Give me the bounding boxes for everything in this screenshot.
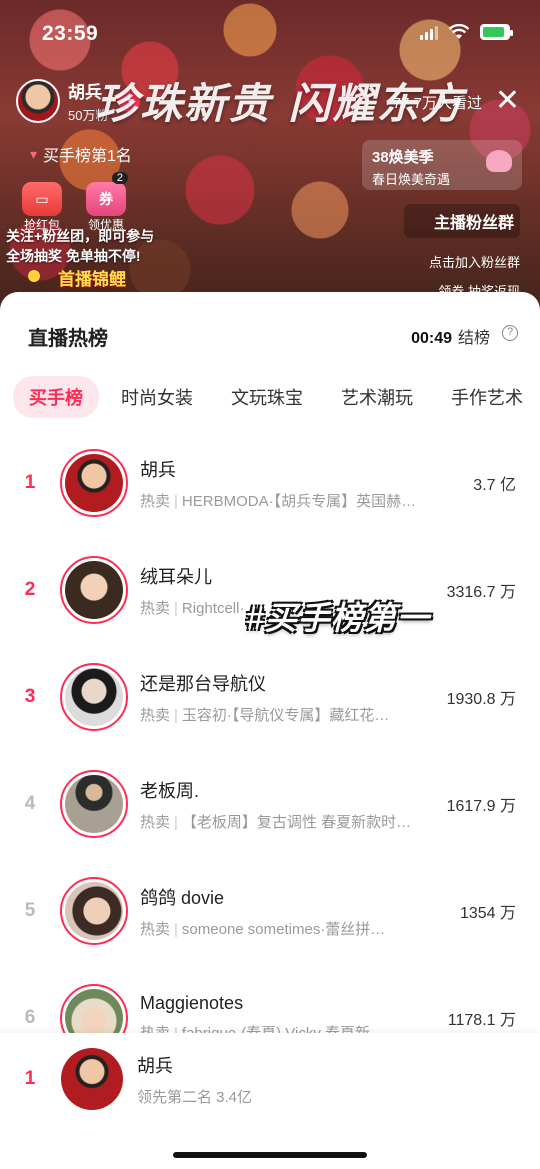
hot-item: 热卖 | someone sometimes·蕾丝拼… bbox=[140, 920, 386, 938]
rank-badge-label: 买手榜第1名 bbox=[43, 148, 132, 165]
wifi-icon bbox=[448, 24, 470, 39]
viewer-count: 77.7万人看过 bbox=[392, 95, 482, 112]
promo-subtitle: 春日焕美奇遇 bbox=[372, 172, 451, 187]
tab-fashion-women[interactable]: 时尚女装 bbox=[105, 376, 209, 418]
coin-icon bbox=[28, 270, 40, 282]
rank-number: 2 bbox=[24, 579, 36, 600]
cart-icon: ▾ bbox=[30, 145, 38, 162]
self-avatar[interactable] bbox=[61, 1048, 123, 1110]
avatar[interactable] bbox=[60, 770, 128, 838]
sales-value: 3.7 亿 bbox=[473, 477, 516, 494]
avatar[interactable] bbox=[60, 449, 128, 517]
rank-number: 5 bbox=[24, 900, 36, 921]
hot-item: 热卖 | 【老板周】复古调性 春夏新款时… bbox=[140, 813, 412, 831]
anchor-name: 绒耳朵儿 bbox=[140, 566, 212, 587]
countdown-timer: 00:49 结榜 bbox=[411, 324, 490, 348]
sheet-header: 直播热榜 00:49 结榜 ? bbox=[0, 292, 540, 376]
timer-value: 00:49 bbox=[411, 330, 452, 347]
list-item[interactable]: 5 鸽鸽 dovie 热卖 | someone sometimes·蕾丝拼… 135… bbox=[0, 858, 540, 964]
tab-buyer[interactable]: 买手榜 bbox=[13, 376, 99, 418]
list-item[interactable]: 1 胡兵 热卖 | HERBMODA·【胡兵专属】英国赫… 3.7 亿 bbox=[0, 430, 540, 536]
anchor-name: Maggienotes bbox=[140, 993, 244, 1013]
sales-value: 1617.9 万 bbox=[446, 798, 516, 815]
coupon-count-badge: 2 bbox=[111, 172, 128, 184]
rank-number: 3 bbox=[24, 686, 36, 707]
home-indicator[interactable] bbox=[173, 1152, 367, 1158]
status-bar: 23:59 bbox=[0, 0, 540, 64]
rank-badge[interactable]: ▾ 买手榜第1名 bbox=[30, 142, 132, 166]
status-icons bbox=[420, 24, 513, 40]
anchor-name: 胡兵 bbox=[140, 459, 176, 480]
overlay-caption: #买手榜第一 bbox=[246, 600, 430, 636]
coupon-icon: 券 bbox=[86, 182, 126, 216]
sales-value: 3316.7 万 bbox=[446, 584, 516, 601]
rank-number: 1 bbox=[24, 472, 36, 493]
avatar[interactable] bbox=[60, 556, 128, 624]
current-anchor-bar[interactable]: 1 胡兵 领先第二名 3.4亿 bbox=[0, 1033, 540, 1169]
list-item[interactable]: 3 还是那台导航仪 热卖 | 玉容初·【导航仪专属】藏红花… 1930.8 万 bbox=[0, 644, 540, 750]
category-tabs: 买手榜 时尚女装 文玩珠宝 艺术潮玩 手作艺术 bbox=[0, 374, 540, 420]
self-name: 胡兵 bbox=[137, 1055, 173, 1076]
anchor-name: 还是那台导航仪 bbox=[140, 673, 266, 694]
cellular-signal-icon bbox=[420, 24, 438, 40]
avatar[interactable] bbox=[60, 877, 128, 945]
timer-label: 结榜 bbox=[457, 330, 490, 347]
tab-art-toys[interactable]: 艺术潮玩 bbox=[325, 376, 429, 418]
rank-number: 6 bbox=[24, 1007, 36, 1028]
help-icon[interactable]: ? bbox=[502, 325, 518, 341]
status-time: 23:59 bbox=[42, 22, 99, 45]
battery-icon bbox=[480, 24, 513, 40]
self-rank-number: 1 bbox=[24, 1068, 36, 1089]
hot-item: 热卖 | HERBMODA·【胡兵专属】英国赫… bbox=[140, 492, 417, 510]
hot-item: 热卖 | 玉容初·【导航仪专属】藏红花… bbox=[140, 706, 390, 724]
fans-group-join[interactable]: 点击加入粉丝群 bbox=[404, 252, 520, 271]
list-item[interactable]: 4 老板周. 热卖 | 【老板周】复古调性 春夏新款时… 1617.9 万 bbox=[0, 751, 540, 857]
sales-value: 1354 万 bbox=[459, 905, 516, 922]
koi-label: 首播锦鲤 bbox=[58, 270, 126, 289]
anchor-avatar[interactable] bbox=[16, 79, 60, 123]
lottery-notice: 关注+粉丝团，即可参与 全场抽奖 免单抽不停! bbox=[6, 226, 154, 266]
self-lead-text: 领先第二名 3.4亿 bbox=[137, 1088, 253, 1106]
lottery-line-1: 关注+粉丝团，即可参与 bbox=[6, 228, 155, 244]
sales-value: 1930.8 万 bbox=[446, 691, 516, 708]
fans-group-panel[interactable]: 主播粉丝群 点击加入粉丝群 领券 抽奖返现 bbox=[404, 204, 520, 300]
tab-jewelry[interactable]: 文玩珠宝 bbox=[215, 376, 319, 418]
promo-card[interactable]: 38焕美季 春日焕美奇遇 bbox=[362, 140, 522, 190]
anchor-name: 老板周. bbox=[140, 780, 200, 801]
promo-gift-icon bbox=[486, 150, 512, 172]
close-icon[interactable]: ✕ bbox=[495, 86, 520, 116]
anchor-name: 鸽鸽 dovie bbox=[140, 887, 225, 908]
current-anchor-row[interactable]: 1 胡兵 领先第二名 3.4亿 bbox=[0, 1047, 540, 1111]
rank-number: 4 bbox=[24, 793, 36, 814]
fans-group-title: 主播粉丝群 bbox=[404, 204, 520, 238]
sheet-title: 直播热榜 bbox=[28, 328, 108, 350]
avatar[interactable] bbox=[60, 663, 128, 731]
tab-handcraft[interactable]: 手作艺术 bbox=[435, 376, 539, 418]
red-packet-icon: ▭ bbox=[22, 182, 62, 216]
sales-value: 1178.1 万 bbox=[447, 1012, 516, 1029]
lottery-line-2: 全场抽奖 免单抽不停! bbox=[6, 248, 141, 264]
